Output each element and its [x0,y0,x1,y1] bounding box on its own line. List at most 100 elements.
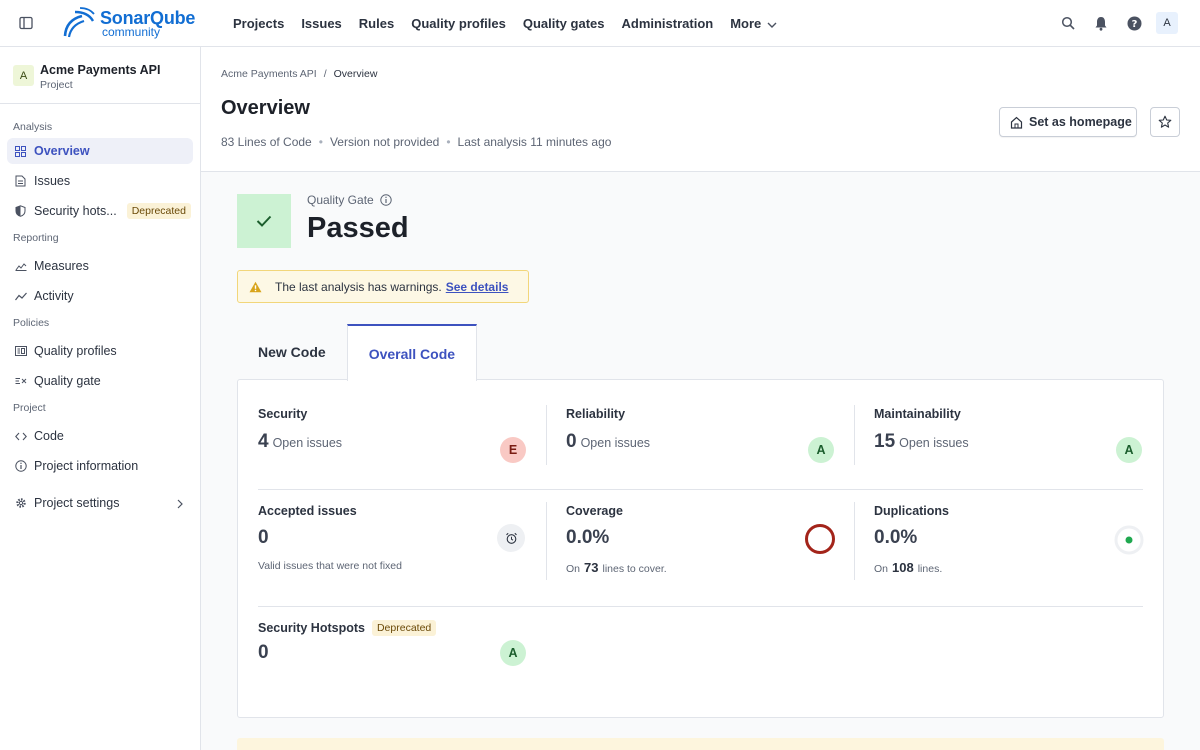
nav-quality-profiles[interactable]: Quality profiles [411,16,506,31]
user-avatar[interactable]: A [1156,12,1178,34]
sub-pre: On [566,563,581,575]
sidebar-item-project-settings[interactable]: Project settings [7,490,193,516]
sonarqube-logo[interactable]: SonarQube community [62,6,195,40]
warning-text: The last analysis has warnings. [275,279,442,294]
sidebar-item-quality-profiles[interactable]: Quality profiles [7,338,193,364]
meta-dot: • [318,135,323,149]
project-avatar: A [13,65,34,86]
metric-unit: Open issues [580,436,651,450]
security-hotspots-metric[interactable]: Security Hotspots Deprecated 0 [258,620,437,664]
sidebar-item-security-hotspots[interactable]: Security hots... Deprecated [7,198,193,224]
metric-value: 0 Open issues [566,431,650,453]
nav-more-label: More [730,15,762,31]
notifications-bell-icon[interactable] [1090,12,1112,34]
checkmark-icon [256,215,272,227]
search-icon[interactable] [1057,12,1079,34]
sidebar-item-label: Code [34,429,64,443]
tab-overall-code[interactable]: Overall Code [346,324,478,381]
sub-post: lines to cover. [602,563,667,575]
breadcrumb-project[interactable]: Acme Payments API [221,68,317,80]
help-icon[interactable]: ? [1123,12,1145,34]
chevron-down-icon [767,16,777,31]
alarm-clock-icon [497,524,525,552]
info-icon[interactable] [380,194,392,206]
set-as-homepage-button[interactable]: Set as homepage [999,107,1137,137]
shield-icon [14,205,27,218]
coverage-metric[interactable]: Coverage 0.0% On 73 lines to cover. [566,504,667,575]
divider [854,502,855,580]
nav-issues[interactable]: Issues [301,16,341,31]
issues-icon [14,175,27,188]
metric-subtext: Valid issues that were not fixed [258,560,402,572]
sidebar-item-label: Quality profiles [34,344,117,358]
sub-num: 73 [584,560,599,575]
sidebar-item-label: Issues [34,174,71,188]
project-header[interactable]: A Acme Payments API Project [0,47,200,104]
section-label-reporting: Reporting [13,232,59,244]
last-analysis: Last analysis 11 minutes ago [457,135,612,149]
metric-subtext: On 108 lines. [874,560,949,575]
main-content: Acme Payments API / Overview Overview 83 L… [201,47,1200,750]
reliability-rating-badge[interactable]: A [808,437,834,463]
nav-rules[interactable]: Rules [359,16,394,31]
coverage-ring-icon [804,523,836,555]
nav-projects[interactable]: Projects [233,16,284,31]
metric-number: 4 [258,431,269,452]
sidebar-item-label: Activity [34,289,74,303]
sidebar-item-issues[interactable]: Issues [7,168,193,194]
sidebar-item-overview[interactable]: Overview [7,138,193,164]
sidebar-item-project-information[interactable]: Project information [7,453,193,479]
section-label-policies: Policies [13,317,50,329]
warning-icon [249,281,262,293]
svg-text:?: ? [1131,19,1137,30]
metric-title: Reliability [566,407,626,421]
metric-value: 15 Open issues [874,431,969,453]
metrics-card: Security 4 Open issues E Reliability 0 Ope… [237,379,1164,718]
sidebar-toggle-icon[interactable] [16,13,36,33]
favorite-star-button[interactable] [1150,107,1180,137]
see-details-link[interactable]: See details [446,280,509,294]
sidebar-item-label: Project information [34,459,139,473]
security-hotspots-rating-badge[interactable]: A [500,640,526,666]
divider [546,405,547,465]
section-label-analysis: Analysis [13,121,53,133]
tab-new-code[interactable]: New Code [237,324,347,380]
maintainability-rating-badge[interactable]: A [1116,437,1142,463]
sidebar-item-activity[interactable]: Activity [7,283,193,309]
quality-gate-label-text: Quality Gate [307,193,374,207]
measures-icon [14,260,27,273]
maintainability-metric[interactable]: Maintainability 15 Open issues [874,407,969,453]
metric-number: 0 [258,527,269,548]
project-name: Acme Payments API [40,63,161,77]
project-type: Project [40,79,73,91]
security-rating-badge[interactable]: E [500,437,526,463]
section-label-project: Project [13,402,46,414]
code-tabs: New Code Overall Code [237,324,478,381]
main-nav: Projects Issues Rules Quality profiles Q… [233,0,794,46]
nav-more[interactable]: More [730,16,777,31]
divider [546,502,547,580]
set-as-homepage-label: Set as homepage [1029,115,1132,129]
nav-administration[interactable]: Administration [621,16,713,31]
star-icon [1158,115,1172,129]
home-icon [1010,116,1023,129]
metric-unit: Open issues [272,436,343,450]
sidebar-item-code[interactable]: Code [7,423,193,449]
project-meta: 83 Lines of Code • Version not provided … [221,135,611,149]
reliability-metric[interactable]: Reliability 0 Open issues [566,407,650,453]
accepted-issues-metric[interactable]: Accepted issues 0 Valid issues that were… [258,504,402,572]
nav-quality-gates[interactable]: Quality gates [523,16,605,31]
sidebar-item-quality-gate[interactable]: Quality gate [7,368,193,394]
sidebar-item-label: Security hots... [34,204,117,218]
duplications-metric[interactable]: Duplications 0.0% On 108 lines. [874,504,949,575]
security-metric[interactable]: Security 4 Open issues [258,407,342,453]
duplications-indicator-icon [1114,525,1144,555]
quality-profiles-icon [14,345,27,358]
metric-number: 15 [874,431,896,452]
sidebar-item-measures[interactable]: Measures [7,253,193,279]
metric-subtext: On 73 lines to cover. [566,560,667,575]
gear-icon [14,497,27,510]
info-icon [14,460,27,473]
code-icon [14,430,27,443]
bottom-banner-edge [237,738,1164,750]
